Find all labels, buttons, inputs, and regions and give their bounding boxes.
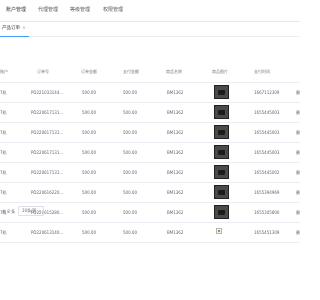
header-pay-time: 支付时间 [254, 69, 270, 74]
header-paid-amount: 支付金额 [123, 69, 139, 74]
cell-paid-amount: 500.00 [123, 190, 137, 195]
top-navigation: 账户管理 代理管理 等级管理 权限管理 [0, 0, 300, 22]
table-row: 7机 PD220617131... 500.00 500.00 BM1362 165544… [0, 103, 300, 123]
cell-order-amount: 500.00 [82, 130, 96, 135]
row-action-link[interactable]: 删 [296, 170, 300, 176]
cell-product-name: BM1362 [167, 170, 184, 175]
cell-user: 7机 [0, 130, 7, 135]
cell-user: 7机 [0, 110, 7, 115]
cell-paid-amount: 500.00 [123, 110, 137, 115]
table-row: 7机 PD220617131... 500.00 500.00 BM1362 165544… [0, 163, 300, 183]
header-product-name: 商品名称 [166, 69, 182, 74]
cell-pay-time: 1655445003 [254, 130, 280, 135]
product-thumbnail[interactable] [214, 125, 229, 139]
row-action-link[interactable]: 删 [296, 130, 300, 136]
cell-order-amount: 500.00 [82, 230, 96, 235]
header-product-image: 商品图片 [212, 69, 228, 74]
page-size-select[interactable]: 10条/页 ⌄ [18, 206, 44, 216]
table-body: 7机 PD221033144... 500.00 500.00 BM1362 166711… [0, 83, 300, 243]
cell-order-amount: 500.00 [82, 150, 96, 155]
cell-paid-amount: 500.00 [123, 230, 137, 235]
header-order-amount: 订单金额 [81, 69, 97, 74]
table-row: 7机 PD220613140... 500.00 500.00 BM1362 165545… [0, 223, 300, 243]
cell-order-no: PD220617131... [31, 110, 64, 115]
row-action-link[interactable]: 删 [296, 150, 300, 156]
cell-product-name: BM1362 [167, 110, 184, 115]
cell-user: 7机 [0, 90, 7, 95]
page-tab-bar: 产品订单 × [0, 21, 300, 37]
cell-pay-time: 1655394969 [254, 190, 280, 195]
cell-paid-amount: 500.00 [123, 170, 137, 175]
cell-order-no: PD220613140... [31, 230, 64, 235]
cell-pay-time: 1667112309 [254, 90, 280, 95]
cell-order-no: PD221033144... [31, 90, 64, 95]
cell-order-amount: 500.00 [82, 190, 96, 195]
chevron-down-icon: ⌄ [37, 208, 41, 213]
cell-product-name: BM1362 [167, 190, 184, 195]
cell-paid-amount: 500.00 [123, 130, 137, 135]
cell-order-no: PD220616220... [31, 190, 64, 195]
close-icon[interactable]: × [22, 26, 26, 31]
cell-order-amount: 500.00 [82, 170, 96, 175]
product-thumbnail[interactable] [214, 185, 229, 199]
cell-order-no: PD220617131... [31, 130, 64, 135]
table-row: 7机 PD220616220... 500.00 500.00 BM1362 165539… [0, 183, 300, 203]
cell-order-amount: 500.00 [82, 90, 96, 95]
product-thumbnail[interactable] [214, 165, 229, 179]
cell-pay-time: 1655451309 [254, 230, 280, 235]
table-header: 账户 订单号 订单金额 支付金额 商品名称 商品图片 支付时间 [0, 62, 300, 83]
broken-image-icon[interactable] [216, 228, 222, 234]
cell-user: 7机 [0, 190, 7, 195]
cell-user: 7机 [0, 230, 7, 235]
nav-tab-permissions[interactable]: 权限管理 [103, 6, 123, 13]
cell-product-name: BM1362 [167, 150, 184, 155]
row-action-link[interactable]: 删 [296, 90, 300, 96]
product-thumbnail[interactable] [214, 105, 229, 119]
header-user: 账户 [0, 69, 8, 74]
table-row: 7机 PD220617131... 500.00 500.00 BM1362 165544… [0, 143, 300, 163]
cell-order-amount: 500.00 [82, 110, 96, 115]
row-action-link[interactable]: 删 [296, 230, 300, 236]
cell-product-name: BM1362 [167, 130, 184, 135]
cell-product-name: BM1362 [167, 90, 184, 95]
table-row: 7机 PD220617131... 500.00 500.00 BM1362 165544… [0, 123, 300, 143]
pagination-total: 共 8 条 [2, 209, 16, 214]
cell-product-name: BM1362 [167, 230, 184, 235]
product-thumbnail[interactable] [214, 145, 229, 159]
product-thumbnail[interactable] [214, 85, 229, 99]
cell-user: 7机 [0, 170, 7, 175]
pagination: 共 8 条 10条/页 ⌄ [0, 205, 300, 219]
nav-tab-accounts[interactable]: 账户管理 [6, 6, 26, 13]
tab-product-orders[interactable]: 产品订单 × [0, 21, 29, 37]
nav-tab-levels[interactable]: 等级管理 [70, 6, 90, 13]
cell-pay-time: 1655445002 [254, 170, 280, 175]
nav-tab-agents[interactable]: 代理管理 [38, 6, 58, 13]
cell-paid-amount: 500.00 [123, 90, 137, 95]
cell-order-no: PD220617131... [31, 150, 64, 155]
cell-pay-time: 1655445003 [254, 110, 280, 115]
row-action-link[interactable]: 删 [296, 190, 300, 196]
page-size-value: 10条/页 [22, 208, 37, 213]
table-row: 7机 PD221033144... 500.00 500.00 BM1362 166711… [0, 83, 300, 103]
row-action-link[interactable]: 删 [296, 110, 300, 116]
cell-user: 7机 [0, 150, 7, 155]
header-order-no: 订单号 [37, 69, 49, 74]
cell-paid-amount: 500.00 [123, 150, 137, 155]
cell-order-no: PD220617131... [31, 170, 64, 175]
cell-pay-time: 1655445003 [254, 150, 280, 155]
tab-product-orders-label: 产品订单 [2, 26, 20, 31]
